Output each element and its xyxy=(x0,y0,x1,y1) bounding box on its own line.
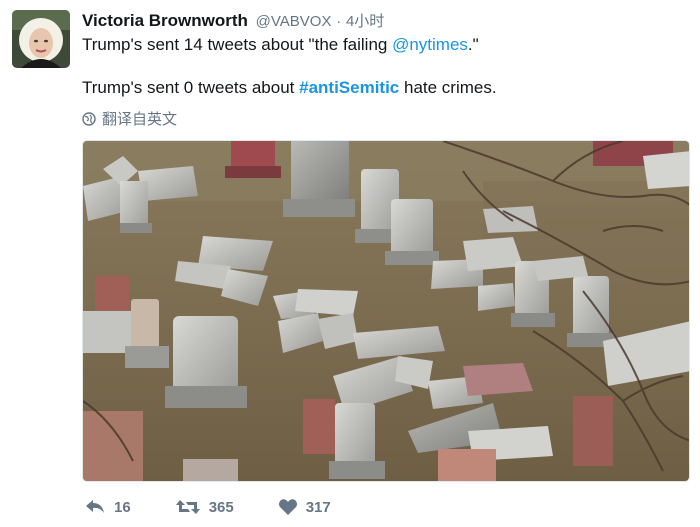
tweet-text: Trump's sent 0 tweets about xyxy=(82,78,300,97)
retweet-count: 365 xyxy=(208,498,234,516)
reply-count: 16 xyxy=(114,498,131,516)
globe-icon xyxy=(82,111,96,126)
separator-dot: · xyxy=(336,13,342,30)
tweet-photo[interactable] xyxy=(82,140,690,482)
author-name[interactable]: Victoria Brownworth xyxy=(82,11,248,30)
tweet-text: hate crimes. xyxy=(399,78,497,97)
retweet-icon xyxy=(175,500,200,514)
like-count: 317 xyxy=(305,498,331,516)
tweet-text: Trump's sent 14 tweets about "the failin… xyxy=(82,35,393,54)
cemetery-photo xyxy=(83,141,689,481)
translate-label: 翻译自英文 xyxy=(102,111,178,128)
hashtag-link[interactable]: #antiSemitic xyxy=(299,78,399,97)
tweet-text: ." xyxy=(467,35,479,54)
reply-button[interactable]: 16 xyxy=(84,498,131,516)
avatar-image xyxy=(12,10,70,68)
like-button[interactable]: 317 xyxy=(278,498,331,516)
mention-link[interactable]: @nytimes xyxy=(392,35,468,54)
tweet-text-line-1: Trump's sent 14 tweets about "the failin… xyxy=(82,35,479,55)
heart-icon xyxy=(278,499,297,515)
author-handle[interactable]: @VABVOX xyxy=(256,13,332,30)
retweet-button[interactable]: 365 xyxy=(175,498,234,516)
avatar[interactable] xyxy=(12,10,70,68)
reply-icon xyxy=(86,500,104,513)
tweet-text-line-2: Trump's sent 0 tweets about #antiSemitic… xyxy=(82,78,497,98)
translate-link[interactable]: 翻译自英文 xyxy=(82,108,177,129)
tweet-actions: 16 365 317 xyxy=(84,498,375,516)
tweet-header: Victoria Brownworth @VABVOX · 4小时 xyxy=(82,10,384,31)
tweet-timestamp[interactable]: 4小时 xyxy=(346,13,384,30)
